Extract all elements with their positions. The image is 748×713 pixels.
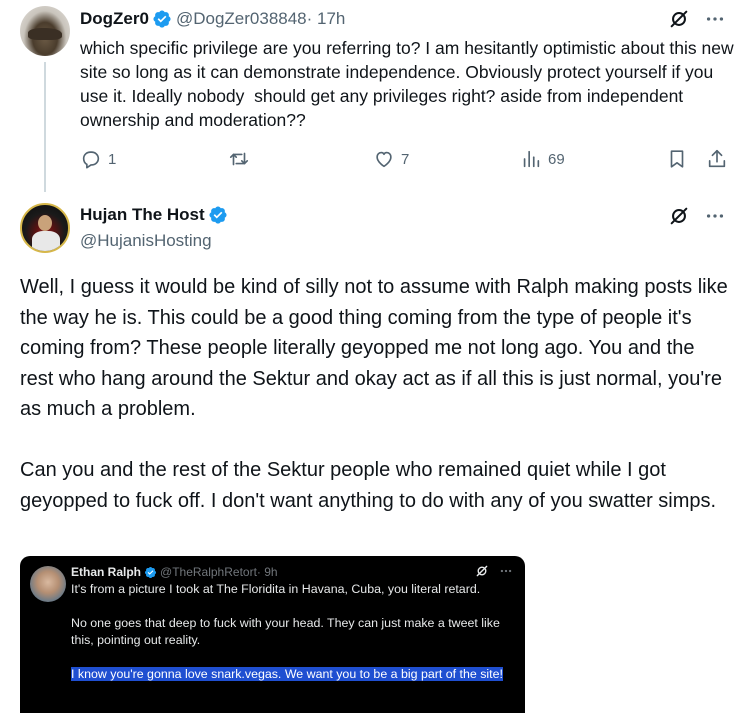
display-name[interactable]: DogZer0: [80, 8, 149, 30]
tweet-paragraph: Can you and the rest of the Sektur peopl…: [20, 459, 717, 512]
attached-image[interactable]: Ethan Ralph @TheRalphRetort · 9h It's fr…: [20, 556, 525, 713]
embedded-header: Ethan Ralph @TheRalphRetort · 9h: [71, 564, 278, 580]
tweet-text: Well, I guess it would be kind of silly …: [20, 272, 732, 547]
verified-badge-icon[interactable]: [152, 9, 172, 29]
tweet-text: which specific privilege are you referri…: [80, 38, 739, 130]
bookmark-button[interactable]: [666, 148, 688, 170]
more-icon: [500, 569, 512, 573]
embedded-text: It's from a picture I took at The Florid…: [71, 581, 511, 700]
embedded-display-name: Ethan Ralph: [71, 565, 142, 579]
like-icon: [376, 151, 392, 168]
tweet-top-actions: [668, 205, 726, 227]
bookmark-icon: [670, 150, 684, 168]
grok-icon: [476, 565, 488, 577]
grok-icon[interactable]: [668, 8, 690, 30]
avatar[interactable]: [20, 203, 70, 253]
views-button[interactable]: 69: [520, 148, 565, 170]
more-icon[interactable]: [704, 205, 726, 227]
thread-line: [44, 62, 46, 192]
reply-count: 1: [108, 150, 117, 168]
reply-icon: [82, 151, 100, 169]
reply-tweet[interactable]: DogZer0 @DogZer038848 · 17h which specif…: [0, 0, 748, 192]
share-icon: [708, 149, 726, 168]
embedded-avatar: [30, 566, 66, 602]
avatar[interactable]: [20, 6, 70, 56]
embedded-paragraph-highlighted: I know you're gonna love snark.vegas. We…: [71, 666, 511, 683]
retweet-icon: [229, 152, 249, 166]
handle[interactable]: @DogZer038848: [176, 8, 307, 30]
view-count: 69: [548, 150, 565, 168]
tweet-actions: 1 7 69: [80, 148, 730, 176]
embedded-top-actions: [475, 564, 513, 578]
verified-badge-icon[interactable]: [208, 205, 228, 225]
share-button[interactable]: [706, 148, 728, 170]
highlighted-text: I know you're gonna love snark.vegas. We…: [71, 667, 503, 681]
tweet-header: Hujan The Host: [80, 204, 228, 226]
more-icon[interactable]: [704, 8, 726, 30]
embedded-paragraph: No one goes that deep to fuck with your …: [71, 616, 500, 647]
like-button[interactable]: 7: [373, 148, 409, 170]
handle[interactable]: @HujanisHosting: [80, 230, 212, 252]
views-icon: [523, 150, 540, 168]
embedded-timestamp: · 9h: [256, 565, 278, 579]
tweet-paragraph: Well, I guess it would be kind of silly …: [20, 276, 728, 420]
like-count: 7: [401, 150, 410, 168]
embedded-handle: @TheRalphRetort: [160, 565, 257, 579]
timestamp[interactable]: · 17h: [307, 8, 346, 30]
tweet-header: DogZer0 @DogZer038848 · 17h: [80, 8, 345, 30]
verified-badge-icon: [144, 566, 157, 578]
tweet-top-actions: [668, 8, 726, 30]
embedded-paragraph: It's from a picture I took at The Florid…: [71, 582, 481, 596]
display-name[interactable]: Hujan The Host: [80, 204, 205, 226]
grok-icon[interactable]: [668, 205, 690, 227]
retweet-button[interactable]: [228, 148, 250, 170]
reply-button[interactable]: 1: [80, 148, 116, 170]
